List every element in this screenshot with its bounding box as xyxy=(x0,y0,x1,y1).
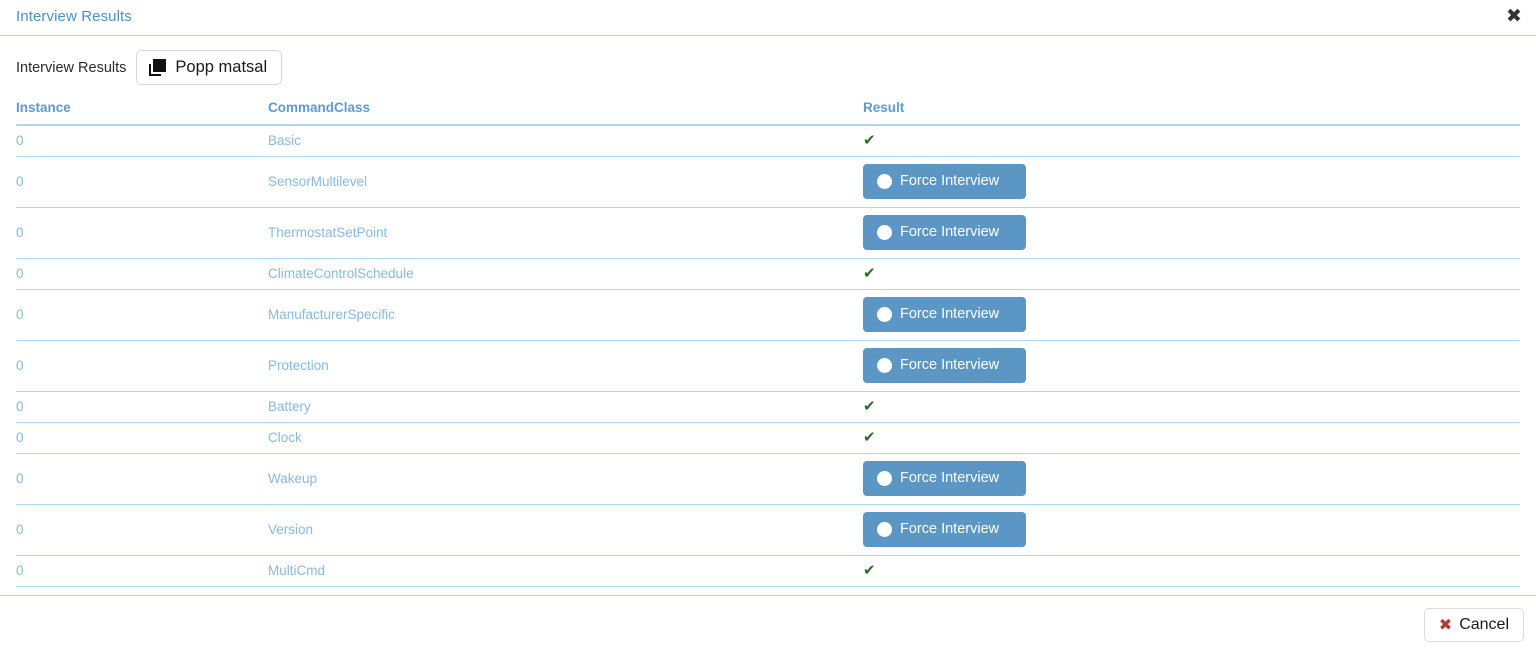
cell-commandclass: Wakeup xyxy=(268,453,863,504)
table-row: 0ManufacturerSpecific Force Interview xyxy=(16,289,1520,340)
table-row: 0Battery✔ xyxy=(16,391,1520,422)
cancel-button-label: Cancel xyxy=(1459,617,1509,633)
cell-result: ✔ xyxy=(863,258,1520,289)
device-select-button[interactable]: Popp matsal xyxy=(136,50,282,85)
table-row: 0Version Force Interview xyxy=(16,504,1520,555)
cell-commandclass: Clock xyxy=(268,422,863,453)
cell-instance: 0 xyxy=(16,504,268,555)
cell-instance: 0 xyxy=(16,258,268,289)
check-icon: ✔ xyxy=(863,266,876,281)
column-header-instance[interactable]: Instance xyxy=(16,95,268,125)
cell-instance: 0 xyxy=(16,125,268,156)
cell-result: ✔ xyxy=(863,422,1520,453)
force-interview-label: Force Interview xyxy=(900,307,999,322)
cell-result: Force Interview xyxy=(863,156,1520,207)
force-interview-label: Force Interview xyxy=(900,358,999,373)
force-interview-button[interactable]: Force Interview xyxy=(863,348,1026,383)
device-button-label: Popp matsal xyxy=(175,59,267,76)
cell-instance: 0 xyxy=(16,555,268,586)
column-header-commandclass[interactable]: CommandClass xyxy=(268,95,863,125)
cell-instance: 0 xyxy=(16,289,268,340)
force-interview-button[interactable]: Force Interview xyxy=(863,461,1026,496)
column-header-result[interactable]: Result xyxy=(863,95,1520,125)
cell-commandclass: Basic xyxy=(268,125,863,156)
force-interview-label: Force Interview xyxy=(900,522,999,537)
cell-instance: 0 xyxy=(16,391,268,422)
device-label: Interview Results xyxy=(16,60,126,76)
cell-result: ✔ xyxy=(863,391,1520,422)
force-interview-button[interactable]: Force Interview xyxy=(863,215,1026,250)
cell-instance: 0 xyxy=(16,156,268,207)
force-interview-button[interactable]: Force Interview xyxy=(863,512,1026,547)
table-row: 0Wakeup Force Interview xyxy=(16,453,1520,504)
x-icon: ✖ xyxy=(1439,617,1452,633)
cell-result: Force Interview xyxy=(863,289,1520,340)
cell-commandclass: MultiCmd xyxy=(268,555,863,586)
table-body: 0Basic✔0SensorMultilevelForce Interview0… xyxy=(16,125,1520,586)
circle-icon xyxy=(877,471,892,486)
cell-commandclass: ClimateControlSchedule xyxy=(268,258,863,289)
page-title: Interview Results xyxy=(16,8,132,25)
table-row: 0Protection Force Interview xyxy=(16,340,1520,391)
check-icon: ✔ xyxy=(863,430,876,445)
table-row: 0Basic✔ xyxy=(16,125,1520,156)
cell-commandclass: Version xyxy=(268,504,863,555)
clone-icon xyxy=(149,59,166,76)
force-interview-button[interactable]: Force Interview xyxy=(863,164,1026,199)
cell-result: ✔ xyxy=(863,555,1520,586)
circle-icon xyxy=(877,522,892,537)
circle-icon xyxy=(877,358,892,373)
check-icon: ✔ xyxy=(863,563,876,578)
cancel-button[interactable]: ✖ Cancel xyxy=(1424,608,1524,642)
cell-commandclass: ThermostatSetPoint xyxy=(268,207,863,258)
cell-instance: 0 xyxy=(16,453,268,504)
circle-icon xyxy=(877,174,892,189)
table-row: 0SensorMultilevel Force Interview xyxy=(16,156,1520,207)
table-row: 0ThermostatSetPoint Force Interview xyxy=(16,207,1520,258)
cell-instance: 0 xyxy=(16,340,268,391)
force-interview-label: Force Interview xyxy=(900,174,999,189)
interview-results-table: Instance CommandClass Result 0Basic✔0Sen… xyxy=(16,95,1520,587)
interview-results-modal: Interview Results ✖ Interview Results Po… xyxy=(0,0,1536,653)
table-head: Instance CommandClass Result xyxy=(16,95,1520,125)
close-icon[interactable]: ✖ xyxy=(1500,2,1528,30)
cell-instance: 0 xyxy=(16,422,268,453)
table-header-row: Instance CommandClass Result xyxy=(16,95,1520,125)
cell-result: ✔ xyxy=(863,125,1520,156)
cell-commandclass: Battery xyxy=(268,391,863,422)
table-row: 0ClimateControlSchedule✔ xyxy=(16,258,1520,289)
cell-result: Force Interview xyxy=(863,504,1520,555)
force-interview-button[interactable]: Force Interview xyxy=(863,297,1026,332)
force-interview-label: Force Interview xyxy=(900,225,999,240)
check-icon: ✔ xyxy=(863,399,876,414)
cell-commandclass: Protection xyxy=(268,340,863,391)
cell-result: Force Interview xyxy=(863,453,1520,504)
cell-result: Force Interview xyxy=(863,207,1520,258)
circle-icon xyxy=(877,225,892,240)
check-icon: ✔ xyxy=(863,133,876,148)
cell-result: Force Interview xyxy=(863,340,1520,391)
results-table-wrap: Instance CommandClass Result 0Basic✔0Sen… xyxy=(0,95,1536,587)
table-row: 0Clock✔ xyxy=(16,422,1520,453)
force-interview-label: Force Interview xyxy=(900,471,999,486)
circle-icon xyxy=(877,307,892,322)
cell-commandclass: SensorMultilevel xyxy=(268,156,863,207)
cell-commandclass: ManufacturerSpecific xyxy=(268,289,863,340)
device-row: Interview Results Popp matsal xyxy=(0,36,1536,95)
table-row: 0MultiCmd✔ xyxy=(16,555,1520,586)
modal-header: Interview Results ✖ xyxy=(0,0,1536,36)
modal-footer: ✖ Cancel xyxy=(0,595,1536,653)
cell-instance: 0 xyxy=(16,207,268,258)
